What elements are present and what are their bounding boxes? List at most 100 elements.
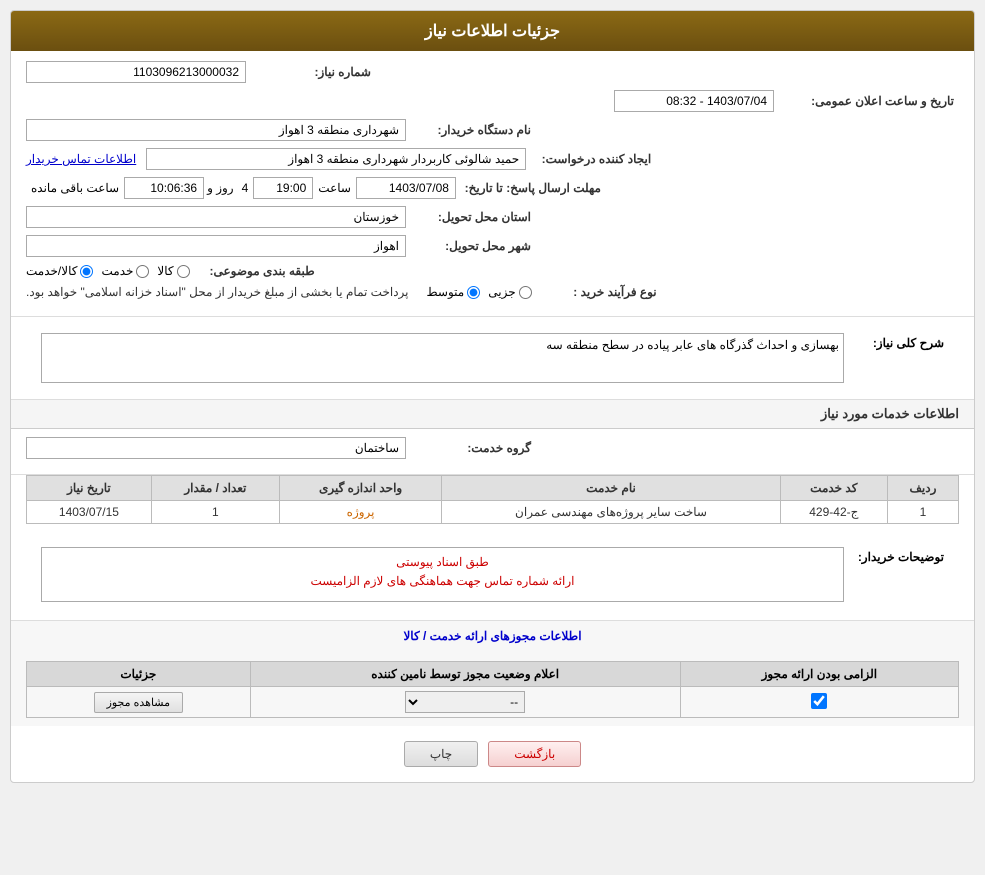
tabaqe-kala-item: کالا bbox=[157, 264, 189, 278]
gorohe-section: گروه خدمت: bbox=[11, 429, 974, 475]
roz-label: روز و bbox=[204, 181, 237, 195]
tozihat-label: توضیحات خریدار: bbox=[854, 547, 944, 564]
back-button[interactable]: بازگشت bbox=[488, 741, 581, 767]
farayand-jozii-item: جزیی bbox=[488, 285, 531, 299]
view-majoz-button[interactable]: مشاهده مجوز bbox=[94, 692, 183, 713]
majozat-col-joziyat: جزئیات bbox=[27, 662, 251, 687]
shomare-niaz-input[interactable] bbox=[26, 61, 246, 83]
col-radif: ردیف bbox=[887, 476, 958, 501]
ijad-konande-label: ایجاد کننده درخواست: bbox=[526, 152, 656, 166]
col-tedad: تعداد / مقدار bbox=[151, 476, 279, 501]
gorohe-row: گروه خدمت: bbox=[26, 437, 959, 459]
shomare-niaz-row: شماره نیاز: bbox=[26, 61, 959, 83]
ilan-row: تاریخ و ساعت اعلان عمومی: bbox=[26, 90, 959, 112]
tabaqe-khedmat-radio[interactable] bbox=[136, 265, 149, 278]
sharh-koli-section: شرح کلی نیاز: بهسازی و احداث گذرگاه های … bbox=[11, 317, 974, 400]
elzami-checkbox[interactable] bbox=[811, 693, 827, 709]
table-row: 1 ج-42-429 ساخت سایر پروژه‌های مهندسی عم… bbox=[27, 501, 959, 524]
majozat-eelam-cell: -- bbox=[250, 687, 680, 718]
ilan-label: تاریخ و ساعت اعلان عمومی: bbox=[779, 94, 959, 108]
farayand-radio-group: جزیی متوسط پرداخت تمام یا بخشی از مبلغ خ… bbox=[26, 285, 532, 299]
tabaqe-kala-khedmat-item: کالا/خدمت bbox=[26, 264, 93, 278]
majozat-col-eelam: اعلام وضعیت مجوز توسط نامین کننده bbox=[250, 662, 680, 687]
baqi-mande-label: ساعت باقی مانده bbox=[26, 181, 124, 195]
tarikh-date-input[interactable] bbox=[356, 177, 456, 199]
shahr-row: شهر محل تحویل: bbox=[26, 235, 959, 257]
cell-tarikh: 1403/07/15 bbox=[27, 501, 152, 524]
farayand-jozii-label: جزیی bbox=[488, 285, 515, 299]
khadamat-section-title: اطلاعات خدمات مورد نیاز bbox=[11, 400, 974, 429]
eelam-select[interactable]: -- bbox=[405, 691, 525, 713]
tozihat-content: طبق اسناد پیوستی ارائه شماره تماس جهت هم… bbox=[41, 547, 844, 602]
sharh-koli-textarea[interactable]: بهسازی و احداث گذرگاه های عابر پیاده در … bbox=[41, 333, 844, 383]
farayand-motaset-label: متوسط bbox=[427, 285, 465, 299]
ostan-input[interactable] bbox=[26, 206, 406, 228]
page-title: جزئیات اطلاعات نیاز bbox=[11, 11, 974, 51]
tarikh-label: مهلت ارسال پاسخ: تا تاریخ: bbox=[456, 181, 606, 195]
col-nam: نام خدمت bbox=[442, 476, 780, 501]
main-card: جزئیات اطلاعات نیاز شماره نیاز: تاریخ و … bbox=[10, 10, 975, 783]
tabaqe-kala-khedmat-radio[interactable] bbox=[80, 265, 93, 278]
tabaqe-kala-label: کالا bbox=[157, 264, 173, 278]
farayand-motaset-item: متوسط bbox=[427, 285, 481, 299]
header-title-text: جزئیات اطلاعات نیاز bbox=[425, 23, 560, 40]
button-group: بازگشت چاپ bbox=[11, 726, 974, 782]
tabaqe-khedmat-item: خدمت bbox=[101, 264, 149, 278]
cell-tedad: 1 bbox=[151, 501, 279, 524]
ostan-row: استان محل تحویل: bbox=[26, 206, 959, 228]
tozihat-row: توضیحات خریدار: طبق اسناد پیوستی ارائه ش… bbox=[41, 547, 944, 602]
top-fields-section: شماره نیاز: تاریخ و ساعت اعلان عمومی: نا… bbox=[11, 51, 974, 317]
ilan-left: تاریخ و ساعت اعلان عمومی: bbox=[614, 90, 959, 112]
print-button[interactable]: چاپ bbox=[404, 741, 478, 767]
col-kod: کد خدمت bbox=[780, 476, 887, 501]
khadamat-title-text: اطلاعات خدمات مورد نیاز bbox=[821, 406, 959, 421]
majozat-table: الزامی بودن ارائه مجوز اعلام وضعیت مجوز … bbox=[26, 661, 959, 718]
sharh-koli-row: شرح کلی نیاز: بهسازی و احداث گذرگاه های … bbox=[41, 333, 944, 383]
farayand-motaset-radio[interactable] bbox=[467, 286, 480, 299]
tozihat-line1: طبق اسناد پیوستی bbox=[47, 553, 838, 572]
majozat-row: -- مشاهده مجوز bbox=[27, 687, 959, 718]
cell-nam: ساخت سایر پروژه‌های مهندسی عمران bbox=[442, 501, 780, 524]
col-tarikh: تاریخ نیاز bbox=[27, 476, 152, 501]
tabaqe-label: طبقه بندی موضوعی: bbox=[190, 264, 320, 278]
noe-farayand-label: نوع فرآیند خرید : bbox=[532, 285, 662, 299]
col-vahed: واحد اندازه گیری bbox=[279, 476, 441, 501]
majozat-title: اطلاعات مجوزهای ارائه خدمت / کالا bbox=[26, 629, 959, 643]
shahr-input[interactable] bbox=[26, 235, 406, 257]
tabaqe-kala-khedmat-label: کالا/خدمت bbox=[26, 264, 77, 278]
ostan-label: استان محل تحویل: bbox=[406, 210, 536, 224]
tozihat-line2: ارائه شماره تماس جهت هماهنگی های لازم ال… bbox=[47, 572, 838, 591]
sharh-koli-label: شرح کلی نیاز: bbox=[854, 333, 944, 350]
farayand-jozii-radio[interactable] bbox=[519, 286, 532, 299]
tamas-khardar-link[interactable]: اطلاعات تماس خریدار bbox=[26, 152, 136, 166]
majozat-elzami-cell bbox=[680, 687, 958, 718]
noe-farayand-row: نوع فرآیند خرید : جزیی متوسط پرداخت تمام… bbox=[26, 285, 959, 299]
roz-baqi-value: 4 bbox=[237, 181, 254, 195]
farayand-desc: پرداخت تمام یا بخشی از مبلغ خریدار از مح… bbox=[26, 285, 409, 299]
gorohe-label: گروه خدمت: bbox=[406, 441, 536, 455]
khadamat-table: ردیف کد خدمت نام خدمت واحد اندازه گیری ت… bbox=[26, 475, 959, 524]
majozat-section: اطلاعات مجوزهای ارائه خدمت / کالا الزامی… bbox=[11, 620, 974, 726]
shahr-label: شهر محل تحویل: bbox=[406, 239, 536, 253]
ilan-input[interactable] bbox=[614, 90, 774, 112]
cell-kod: ج-42-429 bbox=[780, 501, 887, 524]
majozat-joziyat-cell: مشاهده مجوز bbox=[27, 687, 251, 718]
tabaqe-radio-group: کالا خدمت کالا/خدمت bbox=[26, 264, 190, 278]
tarikh-row: مهلت ارسال پاسخ: تا تاریخ: ساعت 4 روز و … bbox=[26, 177, 959, 199]
shomare-niaz-label: شماره نیاز: bbox=[246, 65, 376, 79]
nam-dastgah-label: نام دستگاه خریدار: bbox=[406, 123, 536, 137]
tabaqe-kala-radio[interactable] bbox=[177, 265, 190, 278]
nam-dastgah-row: نام دستگاه خریدار: bbox=[26, 119, 959, 141]
tabaqe-khedmat-label: خدمت bbox=[101, 264, 133, 278]
gorohe-input[interactable] bbox=[26, 437, 406, 459]
nam-dastgah-input[interactable] bbox=[26, 119, 406, 141]
khadamat-table-section: ردیف کد خدمت نام خدمت واحد اندازه گیری ت… bbox=[11, 475, 974, 534]
baqi-mande-input[interactable] bbox=[124, 177, 204, 199]
saat-input[interactable] bbox=[253, 177, 313, 199]
majozat-col-elzami: الزامی بودن ارائه مجوز bbox=[680, 662, 958, 687]
ijad-konande-input[interactable] bbox=[146, 148, 526, 170]
ijad-konande-row: ایجاد کننده درخواست: اطلاعات تماس خریدار bbox=[26, 148, 959, 170]
cell-vahed: پروژه bbox=[279, 501, 441, 524]
tozihat-section: توضیحات خریدار: طبق اسناد پیوستی ارائه ش… bbox=[11, 534, 974, 620]
tabaqe-row: طبقه بندی موضوعی: کالا خدمت کالا/خدمت bbox=[26, 264, 959, 278]
